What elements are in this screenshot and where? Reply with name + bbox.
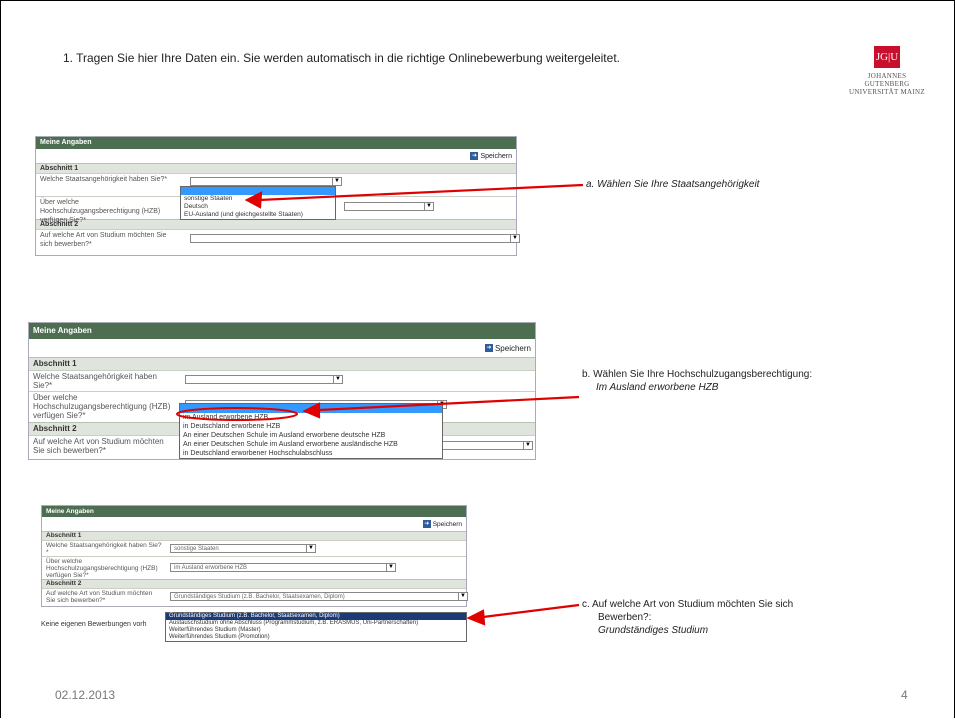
arrow-a [258, 183, 584, 202]
slide: 1. Tragen Sie hier Ihre Daten ein. Sie w… [0, 0, 955, 718]
arrow-b [318, 395, 580, 412]
arrow-b-head [302, 402, 321, 419]
highlight-ellipse [176, 407, 298, 421]
arrow-c-head [466, 609, 486, 626]
footer-date: 02.12.2013 [55, 688, 116, 702]
annotation-arrows [176, 183, 584, 626]
arrow-a-head [244, 191, 263, 209]
page-number: 4 [901, 688, 908, 702]
arrow-c [482, 603, 580, 619]
